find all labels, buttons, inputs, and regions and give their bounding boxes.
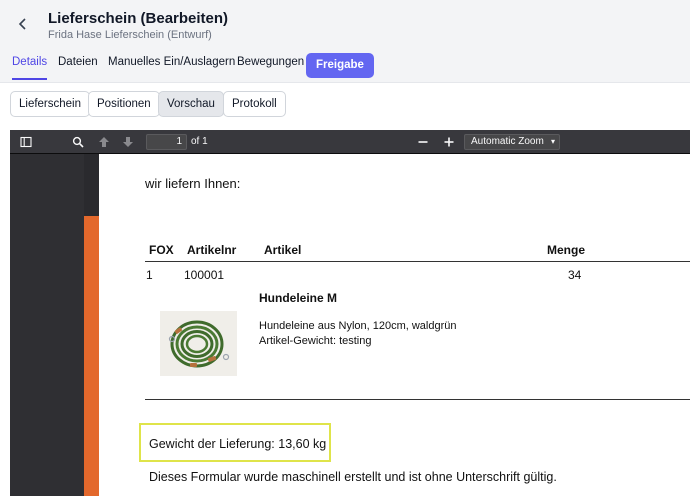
product-name: Hundeleine M [259,291,338,305]
subtab-positionen[interactable]: Positionen [88,91,160,117]
chevron-updown-icon: ▾ [550,137,555,146]
chevron-left-icon [18,18,26,30]
product-image [160,311,237,376]
zoom-select-value: Automatic Zoom [471,136,544,147]
page-header: Lieferschein (Bearbeiten) Frida Hase Lie… [0,0,690,47]
tab-manuelles-ein-auslagern[interactable]: Manuelles Ein/Auslagern [108,47,235,80]
tab-bewegungen[interactable]: Bewegungen [237,47,304,80]
subtab-lieferschein[interactable]: Lieferschein [10,91,91,117]
column-header-artikel: Artikel [264,243,302,257]
page-count: of 1 [191,136,208,147]
zoom-in-icon[interactable] [441,134,457,150]
subtab-vorschau[interactable]: Vorschau [158,91,224,117]
tab-bar: Details Dateien Manuelles Ein/Auslagern … [0,47,690,82]
page-subtitle: Frida Hase Lieferschein (Entwurf) [48,29,212,41]
pdf-page: wir liefern Ihnen: FOX Artikelnr Artikel… [99,154,690,496]
column-header-menge: Menge [547,243,586,257]
row-article-number: 100001 [184,268,225,282]
table-header-rule [145,261,690,262]
pdf-toolbar: 1 of 1 Automatic Zoom ▾ [10,130,690,154]
subtab-protokoll[interactable]: Protokoll [223,91,286,117]
arrow-down-icon[interactable] [120,134,136,150]
arrow-up-icon[interactable] [96,134,112,150]
column-header-artikelnr: Artikelnr [187,243,237,257]
pdf-viewer: 1 of 1 Automatic Zoom ▾ wir liefern Ihne… [10,130,690,496]
table-end-rule [145,399,690,400]
search-icon[interactable] [70,134,86,150]
divider [0,82,690,83]
row-quantity: 34 [568,268,582,282]
document-footer: Dieses Formular wurde maschinell erstell… [149,470,557,484]
document-greeting: wir liefern Ihnen: [145,176,241,191]
back-button[interactable] [10,11,36,37]
tab-dateien[interactable]: Dateien [58,47,98,80]
viewer-background [10,154,84,496]
release-button[interactable]: Freigabe [306,53,374,78]
product-weight: Artikel-Gewicht: testing [259,335,372,347]
tab-details[interactable]: Details [12,47,48,80]
document-margin-bar [84,216,99,496]
column-header-fox: FOX [149,243,174,257]
total-weight: Gewicht der Lieferung: 13,60 kg [149,437,327,451]
page-title: Lieferschein (Bearbeiten) [48,10,229,27]
page-number-input[interactable]: 1 [146,134,187,150]
sidebar-toggle-icon[interactable] [18,134,34,150]
zoom-select[interactable]: Automatic Zoom ▾ [464,134,560,150]
zoom-out-icon[interactable] [415,134,431,150]
row-position: 1 [146,268,153,282]
product-description: Hundeleine aus Nylon, 120cm, waldgrün [259,320,457,332]
